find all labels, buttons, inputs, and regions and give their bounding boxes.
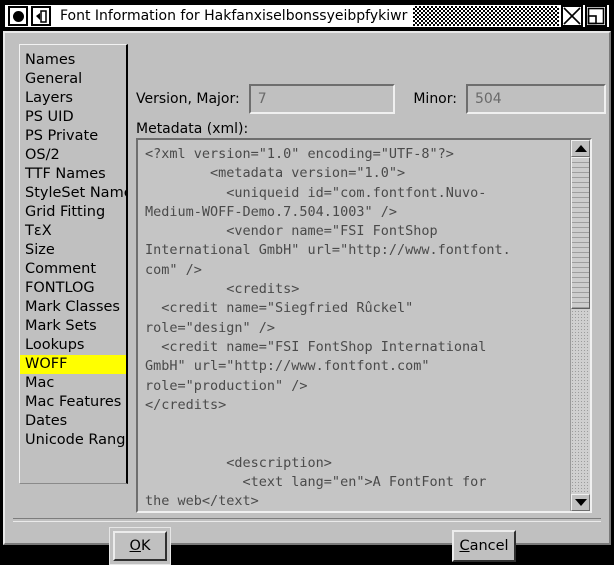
sidebar-item-os-2[interactable]: OS/2	[20, 146, 126, 165]
metadata-scrollbar[interactable]	[570, 140, 590, 511]
sidebar-item-ttf-names[interactable]: TTF Names	[20, 165, 126, 184]
sidebar-item-label: General	[25, 71, 83, 87]
sidebar-item-layers[interactable]: Layers	[20, 89, 126, 108]
sidebar-item-lookups[interactable]: Lookups	[20, 336, 126, 355]
sidebar-item-label: PS Private	[25, 128, 99, 144]
ok-button[interactable]: OK	[113, 531, 167, 561]
sidebar-item-label: StyleSet Names	[25, 185, 126, 201]
cancel-button-label: Cancel	[459, 538, 508, 554]
sidebar-item-fontlog[interactable]: FONTLOG	[20, 279, 126, 298]
sidebar-item-dates[interactable]: Dates	[20, 412, 126, 431]
close-icon[interactable]	[561, 5, 583, 27]
ok-default-frame: OK	[109, 527, 171, 565]
sidebar-item-comment[interactable]: Comment	[20, 260, 126, 279]
maximize-glyph	[587, 7, 605, 25]
sidebar-item-mark-sets[interactable]: Mark Sets	[20, 317, 126, 336]
sidebar-item-label: OS/2	[25, 147, 60, 163]
sidebar-item-styleset-names[interactable]: StyleSet Names	[20, 184, 126, 203]
dialog-body: Names General Layers PS UID PS Private OS/2 TT…	[3, 31, 611, 565]
sidebar-item-label: Mac Features	[25, 394, 122, 410]
sidebar-item-label: Unicode Ranges	[25, 432, 126, 448]
title-bar: Font Information for Hakfanxiselbonssyei…	[3, 3, 611, 29]
scroll-down-glyph	[574, 499, 587, 506]
close-glyph	[563, 7, 581, 25]
scroll-up-glyph	[574, 145, 587, 152]
scroll-down-arrow-icon[interactable]	[571, 494, 590, 511]
sidebar-item-mark-classes[interactable]: Mark Classes	[20, 298, 126, 317]
app-circle-icon[interactable]	[8, 6, 28, 26]
window-title: Font Information for Hakfanxiselbonssyei…	[60, 8, 408, 24]
app-circle-glyph	[12, 10, 24, 22]
sidebar-item-label: Names	[25, 52, 76, 68]
ok-button-label: OK	[130, 538, 151, 554]
section-list[interactable]: Names General Layers PS UID PS Private OS/2 TT…	[19, 44, 128, 484]
metadata-xml-textarea[interactable]: <?xml version="1.0" encoding="UTF-8"?> <…	[138, 140, 570, 511]
ok-mnemonic: O	[129, 538, 141, 554]
sidebar-item-label: Layers	[25, 90, 73, 106]
ok-rest: K	[140, 538, 151, 554]
font-info-window: Font Information for Hakfanxiselbonssyei…	[0, 0, 614, 565]
sidebar-item-label: FONTLOG	[25, 280, 95, 296]
sidebar-item-label: Mac	[25, 375, 55, 391]
sidebar-item-t-x[interactable]: TεX	[20, 222, 126, 241]
footer-separator	[13, 518, 601, 522]
cancel-button[interactable]: Cancel	[452, 530, 516, 562]
maximize-icon[interactable]	[585, 5, 607, 27]
sidebar-item-size[interactable]: Size	[20, 241, 126, 260]
cancel-rest: ancel	[469, 538, 509, 554]
sidebar-item-label: Lookups	[25, 337, 85, 353]
cancel-mnemonic: C	[459, 538, 470, 554]
window-shade-icon[interactable]	[31, 6, 51, 26]
sidebar-item-label: Size	[25, 242, 55, 258]
title-bar-hatch	[413, 6, 559, 26]
metadata-label: Metadata (xml):	[136, 121, 249, 137]
version-minor-label: Minor:	[413, 91, 457, 107]
sidebar-item-mac-features[interactable]: Mac Features	[20, 393, 126, 412]
version-minor-input[interactable]: 504	[465, 84, 606, 114]
version-major-label: Version, Major:	[136, 91, 240, 107]
sidebar-item-names[interactable]: Names	[20, 51, 126, 70]
sidebar-item-label: WOFF	[25, 356, 68, 372]
sidebar-item-label: Mark Classes	[25, 299, 120, 315]
scrollbar-thumb[interactable]	[571, 157, 590, 309]
sidebar-item-label: TεX	[25, 223, 52, 239]
sidebar-item-ps-uid[interactable]: PS UID	[20, 108, 126, 127]
metadata-xml-box: <?xml version="1.0" encoding="UTF-8"?> <…	[136, 138, 592, 513]
sidebar-item-label: Comment	[25, 261, 97, 277]
version-major-input[interactable]: 7	[248, 84, 396, 114]
sidebar-item-unicode-ranges[interactable]: Unicode Ranges	[20, 431, 126, 450]
version-row: Version, Major: 7 Minor: 504	[136, 83, 606, 115]
sidebar-item-label: PS UID	[25, 109, 74, 125]
sidebar-item-grid-fitting[interactable]: Grid Fitting	[20, 203, 126, 222]
sidebar-item-woff[interactable]: WOFF	[20, 355, 126, 374]
sidebar-item-ps-private[interactable]: PS Private	[20, 127, 126, 146]
window-shade-glyph	[35, 9, 47, 23]
sidebar-item-general[interactable]: General	[20, 70, 126, 89]
sidebar-item-label: Grid Fitting	[25, 204, 106, 220]
sidebar-item-mac[interactable]: Mac	[20, 374, 126, 393]
scrollbar-track[interactable]	[571, 157, 590, 494]
sidebar-item-label: TTF Names	[25, 166, 106, 182]
sidebar-item-label: Dates	[25, 413, 68, 429]
scroll-up-arrow-icon[interactable]	[571, 140, 590, 157]
sidebar-item-label: Mark Sets	[25, 318, 97, 334]
